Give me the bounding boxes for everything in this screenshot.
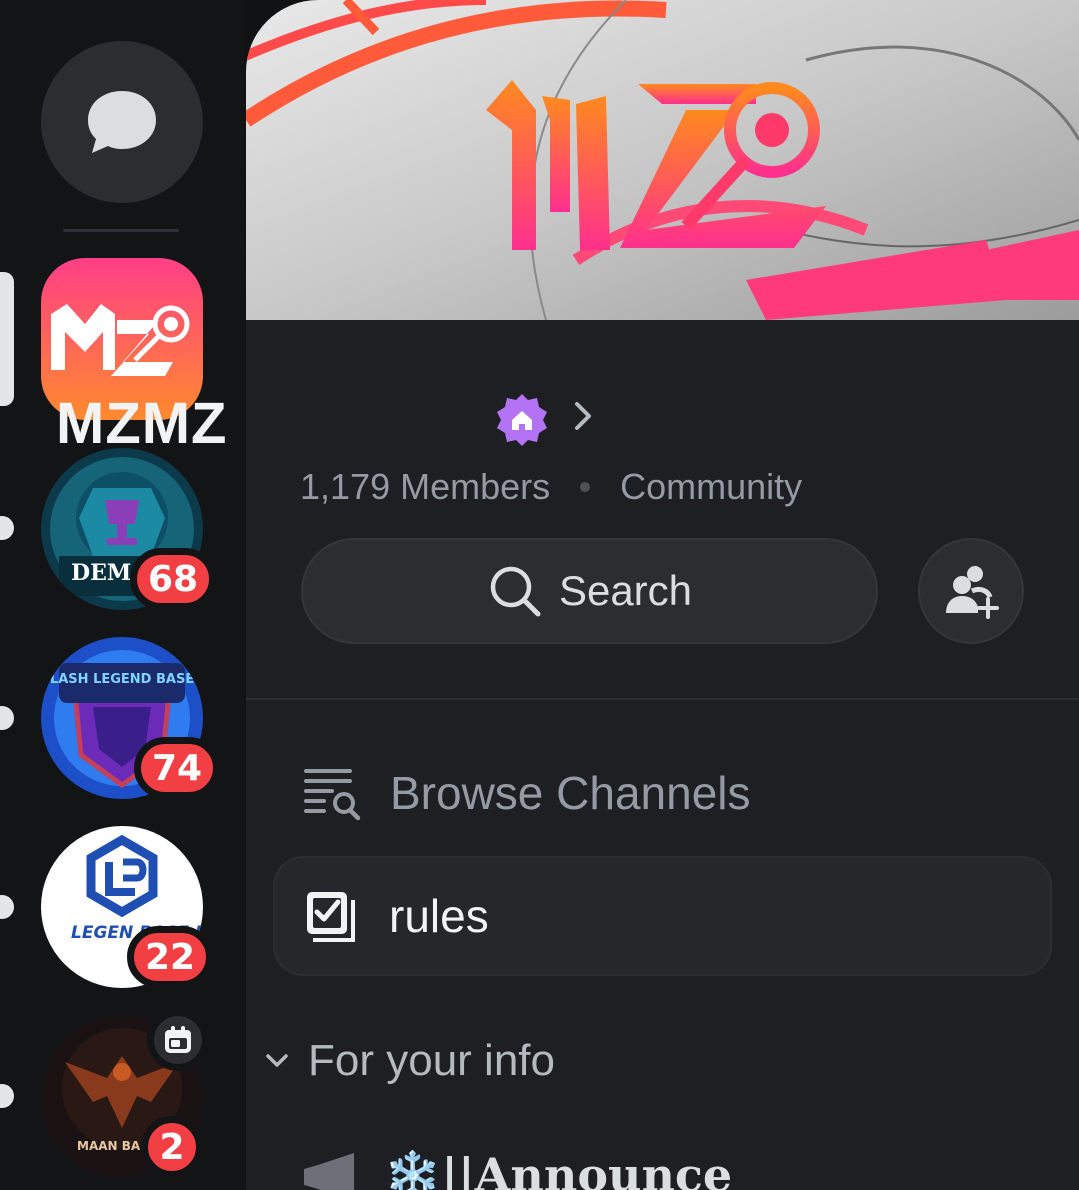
server-icon-legend-base-builders[interactable]: LEGEN BASE BU 22 — [41, 826, 214, 988]
selected-server-indicator — [0, 272, 14, 406]
direct-messages-button[interactable] — [41, 41, 203, 203]
chevron-right-icon — [575, 402, 591, 430]
invite-members-button[interactable] — [918, 538, 1024, 644]
category-label: For your info — [308, 1036, 555, 1085]
mention-badge: 68 — [130, 548, 217, 610]
channel-announce[interactable]: ❄️||Announce — [302, 1148, 732, 1190]
unread-indicator — [0, 516, 14, 540]
megaphone-icon — [304, 1152, 354, 1190]
server-meta: 1,179 Members Community — [300, 466, 802, 508]
rail-divider — [63, 229, 179, 232]
section-divider — [246, 698, 1079, 700]
chevron-down-icon — [266, 1054, 288, 1067]
meta-separator — [580, 482, 591, 492]
home-badge-icon — [497, 394, 547, 446]
calendar-icon — [165, 1026, 191, 1053]
add-member-icon — [946, 566, 999, 619]
server-rail: DEMO BAS 68 CLASH LEGEND BASES 74 — [0, 0, 244, 1190]
search-label: Search — [558, 567, 693, 614]
server-label: CLASH LEGEND BASES — [41, 672, 203, 687]
scheduled-event-badge — [147, 1009, 209, 1071]
mention-badge: 2 — [141, 1116, 203, 1178]
unread-indicator — [0, 895, 14, 919]
server-name[interactable]: MZMZ — [56, 390, 228, 457]
mention-badge: 74 — [134, 737, 221, 799]
rules-icon — [307, 892, 355, 942]
unread-indicator — [0, 706, 14, 730]
channel-name: rules — [389, 890, 489, 942]
browse-channels-icon — [304, 769, 361, 821]
channel-name: ❄️||Announce — [384, 1148, 733, 1190]
server-icon-maan-bases[interactable]: MAAN BA 2 — [41, 1009, 209, 1178]
chat-bubble-icon — [88, 91, 156, 153]
search-icon — [490, 566, 541, 617]
server-icon-clash-legend-bases[interactable]: CLASH LEGEND BASES 74 — [41, 637, 221, 799]
category-for-your-info[interactable]: For your info — [264, 1036, 555, 1086]
unread-indicator — [0, 1084, 14, 1108]
server-banner[interactable] — [246, 0, 1079, 320]
member-count: 1,179 Members — [300, 466, 551, 507]
search-button[interactable]: Search — [301, 538, 878, 644]
server-type: Community — [620, 466, 803, 507]
browse-channels-label: Browse Channels — [390, 767, 751, 819]
server-boost-badge — [494, 392, 550, 448]
server-details-chevron[interactable] — [570, 398, 596, 434]
browse-channels[interactable]: Browse Channels — [302, 765, 751, 821]
server-icon-demo-bases[interactable]: DEMO BAS 68 — [41, 448, 217, 610]
server-label: MAAN BA — [77, 1139, 141, 1153]
mention-badge: 22 — [127, 926, 214, 988]
channel-rules[interactable]: rules — [273, 856, 1052, 976]
